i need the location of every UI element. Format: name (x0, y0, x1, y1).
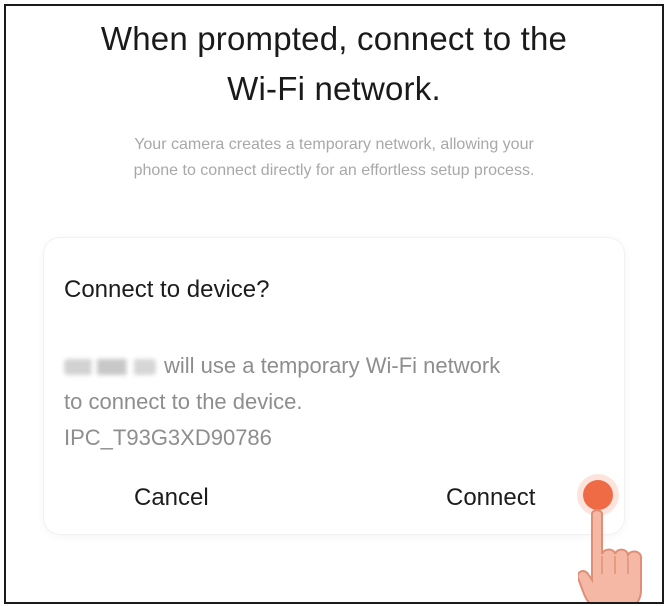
dialog-message-line-1: will use a temporary Wi-Fi network (64, 348, 609, 384)
connect-button[interactable]: Connect (446, 484, 535, 512)
cancel-button[interactable]: Cancel (134, 484, 209, 512)
dialog-message-line-1-text: will use a temporary Wi-Fi network (164, 353, 501, 378)
dialog-message: will use a temporary Wi-Fi network to co… (64, 348, 609, 456)
page-title-line-1: When prompted, connect to the (100, 20, 568, 57)
tap-indicator-icon (583, 480, 613, 510)
pointing-hand-icon (578, 509, 642, 602)
dialog-message-line-2: to connect to the device. (64, 389, 303, 414)
connect-device-dialog: Connect to device? will use a temporary … (44, 238, 624, 534)
network-name: IPC_T93G3XD90786 (64, 425, 272, 450)
instruction-panel: When prompted, connect to the Wi-Fi netw… (4, 4, 664, 604)
page-description-line-1: Your camera creates a temporary network,… (134, 136, 534, 153)
dialog-title: Connect to device? (64, 276, 270, 303)
blurred-app-name (64, 359, 156, 375)
page-description: Your camera creates a temporary network,… (30, 132, 638, 184)
page-description-line-2: phone to connect directly for an effortl… (133, 162, 535, 179)
page-title-line-2: Wi-Fi network. (227, 70, 441, 107)
page-title: When prompted, connect to the Wi-Fi netw… (6, 14, 662, 114)
